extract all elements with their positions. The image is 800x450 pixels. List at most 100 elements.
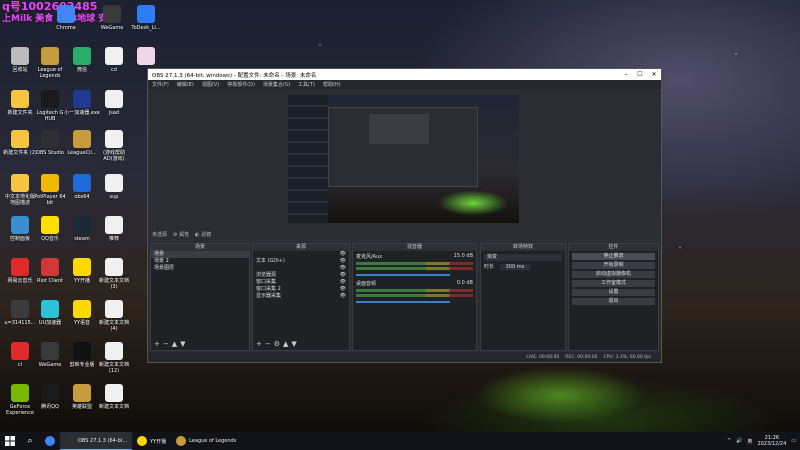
obs-titlebar[interactable]: OBS 27.1.3 (64-bit, windows) - 配置文件: 未命名… <box>148 69 661 80</box>
desktop-icon[interactable]: (游戏帮助AD(游戏) <box>96 130 132 162</box>
source-item[interactable]: 👁 <box>253 265 349 272</box>
desktop-icon[interactable]: 腾讯QQ <box>32 384 68 410</box>
source-item[interactable]: 窗口采集 2 👁 <box>253 286 349 293</box>
desktop-icon[interactable]: 微信 <box>64 47 100 73</box>
desktop-icon[interactable]: YY开播 <box>64 258 100 284</box>
desktop-icon[interactable]: 新建文本文档 (12) <box>96 342 132 374</box>
desktop-icon-label: 新建文本文档 (3) <box>98 278 129 290</box>
desktop-icon[interactable]: ToDesk_Li... <box>128 5 164 31</box>
ime-indicator[interactable]: 英 <box>747 438 752 445</box>
desktop-icon[interactable]: 剪映专业版 <box>64 342 100 368</box>
desktop-icon[interactable]: 英雄联盟 <box>64 384 100 410</box>
desktop-icon[interactable]: PotPlayer 64 bit <box>32 174 68 206</box>
maximize-icon[interactable]: ☐ <box>633 71 647 78</box>
menu-item[interactable]: 帮助(H) <box>323 81 341 88</box>
filters-button[interactable]: ◐ 滤镜 <box>195 231 211 238</box>
source-item[interactable]: 浏览器源 👁 <box>253 272 349 279</box>
notification-icon[interactable]: ▭ <box>791 438 796 444</box>
scene-item[interactable]: 场景 2 <box>151 258 249 265</box>
control-button[interactable]: 停止推流 <box>572 253 655 260</box>
desktop-icon-label: 英雄联盟 <box>71 404 92 410</box>
chrome-taskbar-button[interactable] <box>40 432 60 450</box>
track-level: 0.0 dB <box>456 280 473 286</box>
menu-item[interactable]: 工具(T) <box>298 81 315 88</box>
mixer-header: 混音器 <box>353 244 476 251</box>
scene-item[interactable]: 场景图层 <box>151 265 249 272</box>
desktop-icon[interactable]: QQ音乐 <box>32 216 68 242</box>
volume-slider[interactable] <box>356 301 450 303</box>
app-icon <box>73 130 91 148</box>
search-button[interactable]: ⌕ <box>20 432 40 450</box>
sources-toolbar[interactable]: +−⚙▲▼ <box>256 340 300 348</box>
desktop-icon[interactable]: LeagueCli... <box>64 130 100 156</box>
source-item[interactable]: 文本 (GDI+) 👁 <box>253 258 349 265</box>
source-item[interactable]: 显示器采集 👁 <box>253 293 349 300</box>
menu-item[interactable]: 停靠部件(D) <box>227 81 255 88</box>
desktop-icon-label: 新建文件夹 <box>7 110 33 116</box>
eye-icon[interactable]: 👁 <box>340 272 346 279</box>
eye-icon[interactable]: 👁 <box>340 286 346 293</box>
control-button[interactable]: 启动虚拟摄像机 <box>572 271 655 278</box>
desktop-icon[interactable]: UU加速器 <box>32 300 68 326</box>
close-icon[interactable]: ✕ <box>647 71 661 78</box>
control-button[interactable]: 退出 <box>572 298 655 305</box>
obs-preview[interactable] <box>288 95 519 223</box>
desktop-icon[interactable]: cd <box>96 47 132 73</box>
clock[interactable]: 21:26 2023/12/24 <box>757 435 786 447</box>
eye-icon[interactable]: 👁 <box>340 293 346 300</box>
desktop-icon-label: u=314115... <box>4 320 36 326</box>
desktop-icon[interactable]: 新建文本文档 (4) <box>96 300 132 332</box>
desktop-icon[interactable]: League of Legends <box>32 47 68 79</box>
desktop-icon[interactable]: YY语音 <box>64 300 100 326</box>
menu-item[interactable]: 文件(F) <box>152 81 169 88</box>
desktop-icon[interactable]: OBS Studio <box>32 130 68 156</box>
desktop-icon[interactable]: Riot Client <box>32 258 68 284</box>
desktop-icon[interactable]: Logitech G HUB <box>32 90 68 122</box>
desktop-icon[interactable]: 新建文本文档 <box>96 384 132 410</box>
start-button[interactable] <box>0 432 20 450</box>
taskbar-item[interactable]: League of Legends <box>171 432 241 450</box>
taskbar-item[interactable]: OBS 27.1.3 (64-bi... <box>60 432 132 450</box>
volume-slider[interactable] <box>356 274 450 276</box>
desktop-icon[interactable]: jsad <box>96 90 132 116</box>
desktop-icon[interactable]: Chrome <box>48 5 84 31</box>
menu-item[interactable]: 场景集合(S) <box>263 81 290 88</box>
taskbar-item[interactable]: YY开播 <box>132 432 171 450</box>
scene-item[interactable]: 场景 <box>151 251 249 258</box>
duration-input[interactable]: 300 ms <box>499 264 531 270</box>
eye-icon[interactable]: 👁 <box>340 265 346 272</box>
source-item[interactable]: 窗口采集 👁 <box>253 279 349 286</box>
desktop-icon[interactable]: WeGame <box>32 342 68 368</box>
desktop-icon-label: 腾讯QQ <box>41 404 59 410</box>
transition-select[interactable]: 渐变 <box>484 254 562 261</box>
menu-item[interactable]: 编辑(E) <box>177 81 194 88</box>
desktop-icon[interactable]: 小一加速器.exe <box>64 90 100 116</box>
track-header: 麦克风/Aux 15.0 dB <box>356 253 473 260</box>
volume-icon[interactable]: 🔊 <box>736 438 742 444</box>
minimize-icon[interactable]: – <box>619 71 633 78</box>
desktop-icon-label: UU加速器 <box>38 320 62 326</box>
control-button[interactable]: 工作室模式 <box>572 280 655 287</box>
desktop-icon[interactable]: WeGame <box>94 5 130 31</box>
eye-icon[interactable]: 👁 <box>340 251 346 258</box>
desktop-icon[interactable]: sup <box>96 174 132 200</box>
menu-item[interactable]: 视图(V) <box>202 81 219 88</box>
properties-label: 属性 <box>179 231 190 238</box>
scenes-header: 场景 <box>151 244 249 251</box>
scenes-toolbar[interactable]: +−▲▼ <box>154 340 189 348</box>
control-button[interactable]: 开始录制 <box>572 262 655 269</box>
desktop-icon[interactable]: 新建文本文档 (3) <box>96 258 132 290</box>
app-icon <box>11 47 29 65</box>
desktop-icon[interactable]: obs64 <box>64 174 100 200</box>
desktop-icon[interactable] <box>128 47 164 67</box>
desktop-icon[interactable]: 推荐 <box>96 216 132 242</box>
eye-icon[interactable]: 👁 <box>340 258 346 265</box>
desktop-icon[interactable]: steam <box>64 216 100 242</box>
properties-button[interactable]: ⚙ 属性 <box>173 231 189 238</box>
eye-icon[interactable]: 👁 <box>340 279 346 286</box>
duration-row: 时长 300 ms <box>481 264 565 271</box>
tray-chevron-icon[interactable]: ^ <box>727 438 731 444</box>
source-item[interactable]: 👁 <box>253 251 349 258</box>
control-button[interactable]: 设置 <box>572 289 655 296</box>
app-icon <box>11 90 29 108</box>
